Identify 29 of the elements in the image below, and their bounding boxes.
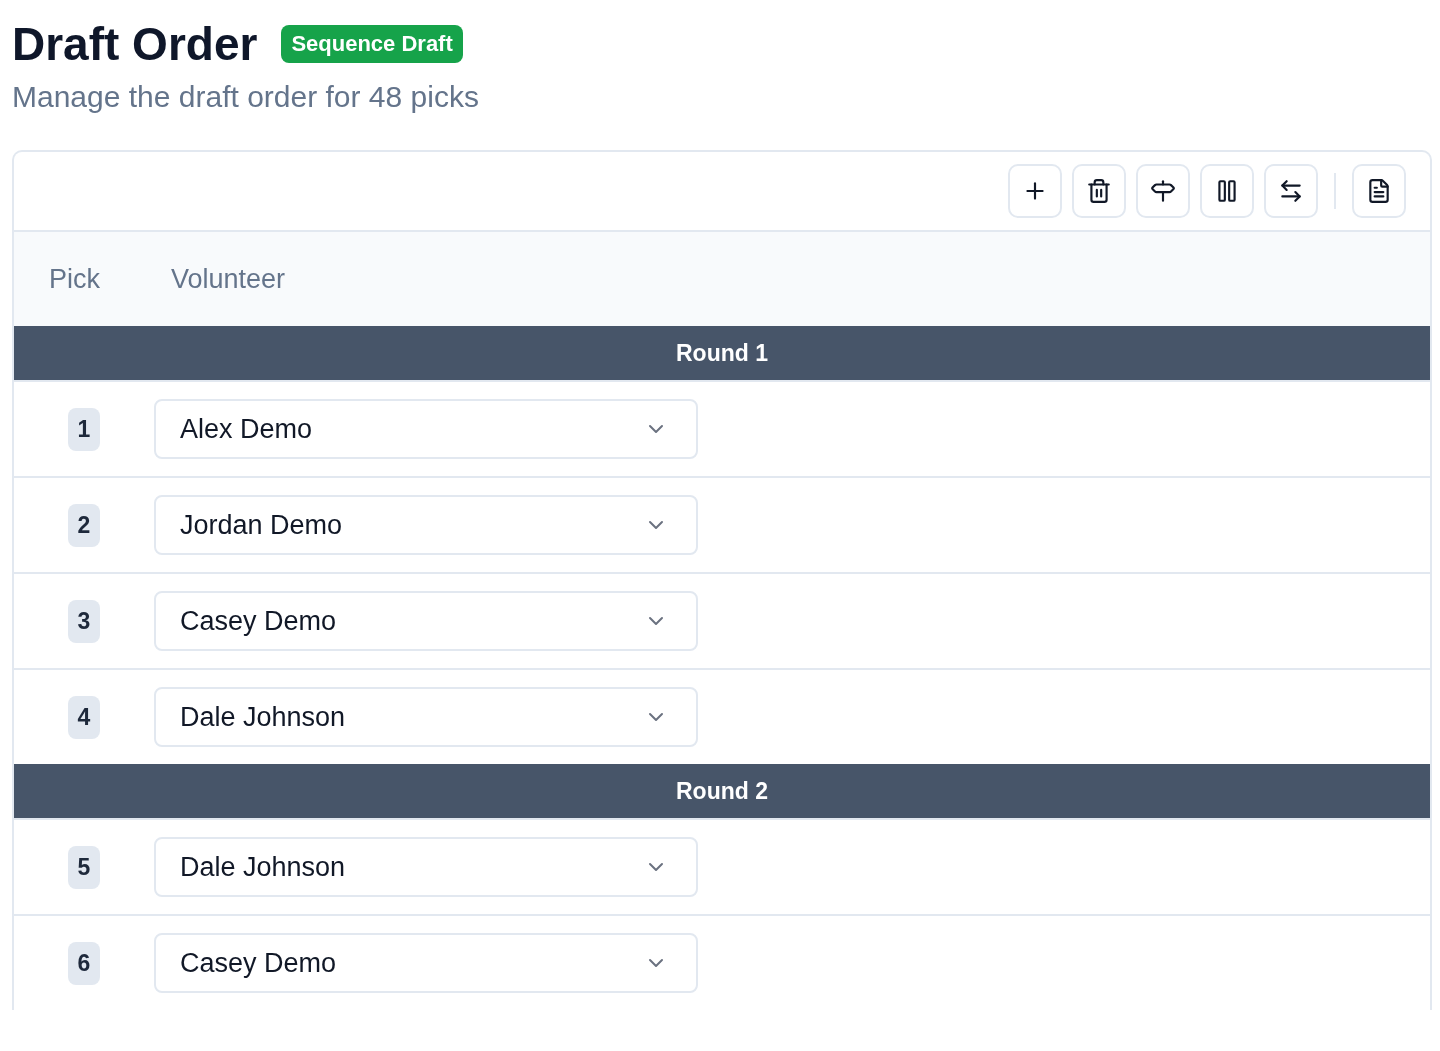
pick-number: 5 [68, 845, 100, 889]
trash-icon [1086, 178, 1112, 204]
column-header: Volunteer [171, 263, 286, 294]
pick-number: 4 [68, 695, 100, 739]
pause-button[interactable] [1200, 164, 1254, 218]
volunteer-select[interactable]: Casey Demo [154, 933, 698, 993]
page-subtitle: Manage the draft order for 48 picks [12, 80, 480, 114]
swap-icon [1278, 178, 1304, 204]
round-title: Round 1 [676, 339, 768, 367]
pick-number: 3 [68, 599, 100, 643]
volunteer-select[interactable]: Dale Johnson [154, 687, 698, 747]
delete-button[interactable] [1072, 164, 1126, 218]
page-title: Draft Order [12, 17, 258, 72]
add-button[interactable] [1008, 164, 1062, 218]
pick-number: 2 [68, 503, 100, 547]
pick-number: 1 [68, 407, 100, 451]
volunteer-select[interactable]: Dale Johnson [154, 837, 698, 897]
document-button[interactable] [1352, 164, 1406, 218]
signpost-icon [1150, 178, 1176, 204]
swap-button[interactable] [1264, 164, 1318, 218]
volunteer-select[interactable]: Alex Demo [154, 399, 698, 459]
pick-number: 6 [68, 941, 100, 985]
document-icon [1366, 178, 1392, 204]
draft-type-badge: Sequence Draft [281, 25, 463, 63]
volunteer-select[interactable]: Jordan Demo [154, 495, 698, 555]
volunteer-select[interactable]: Casey Demo [154, 591, 698, 651]
signpost-button[interactable] [1136, 164, 1190, 218]
column-header: Pick [49, 263, 100, 294]
round-title: Round 2 [676, 777, 768, 805]
